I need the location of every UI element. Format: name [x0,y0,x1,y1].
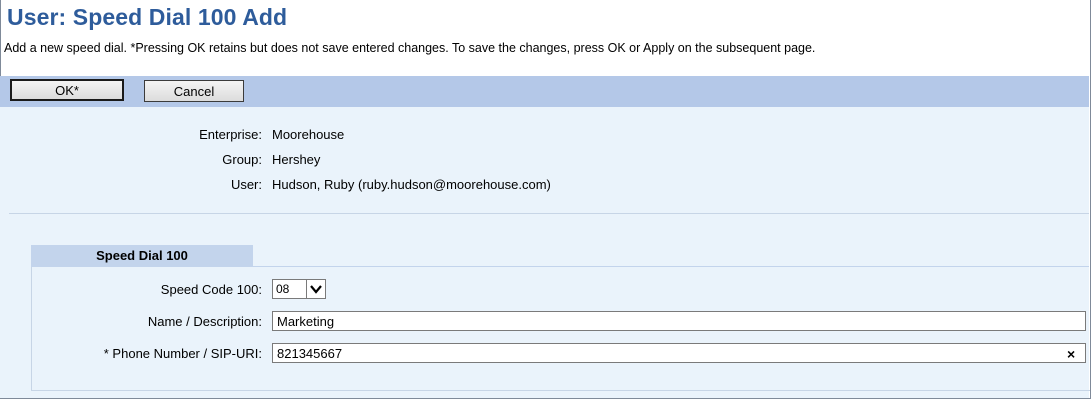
speed-code-select[interactable]: 08 [272,279,326,299]
section-divider [9,213,1089,214]
page-title: User: Speed Dial 100 Add [7,4,288,30]
speed-code-label: Speed Code 100: [160,282,262,297]
section-title: Speed Dial 100 [31,245,253,267]
group-value: Hershey [272,152,321,167]
clear-icon[interactable]: × [1067,346,1075,362]
phone-number-label: * Phone Number / SIP-URI: [103,346,262,361]
user-row: User: Hudson, Ruby (ruby.hudson@moorehou… [0,177,700,193]
group-label: Group: [222,152,262,167]
enterprise-row: Enterprise: Moorehouse [0,127,700,143]
enterprise-label: Enterprise: [199,127,262,142]
group-row: Group: Hershey [0,152,700,168]
enterprise-value: Moorehouse [272,127,345,142]
name-description-input[interactable] [272,311,1086,331]
user-value: Hudson, Ruby (ruby.hudson@moorehouse.com… [272,177,551,192]
chevron-down-icon[interactable] [306,280,325,298]
user-label: User: [230,177,262,192]
cancel-button[interactable]: Cancel [144,80,244,102]
ok-button[interactable]: OK* [10,79,124,101]
page-instructions: Add a new speed dial. *Pressing OK retai… [4,41,816,55]
phone-number-input[interactable] [272,343,1086,363]
name-description-label: Name / Description: [147,314,262,329]
speed-code-value: 08 [276,282,290,296]
toolbar: OK* Cancel [0,76,1089,107]
